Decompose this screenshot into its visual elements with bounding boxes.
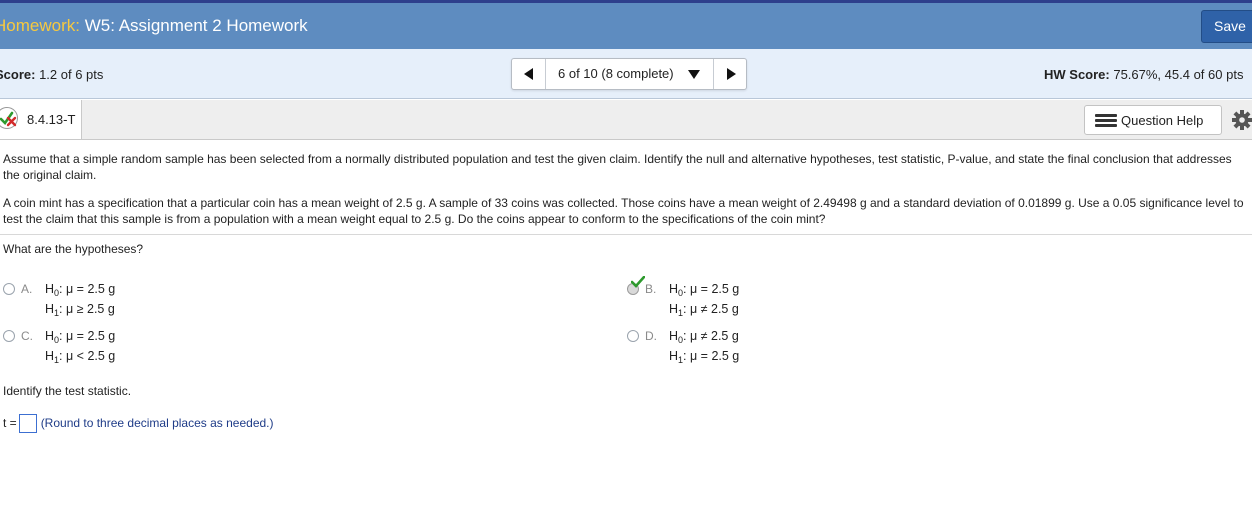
score-label: Score: <box>0 67 36 82</box>
prev-arrow-icon[interactable] <box>512 59 546 89</box>
option-a[interactable]: A. H0: μ = 2.5 g H1: μ ≥ 2.5 g <box>3 279 303 323</box>
option-letter: A. <box>21 282 33 296</box>
instructions-text: Assume that a simple random sample has b… <box>3 152 1232 182</box>
question-select[interactable]: 6 of 10 (8 complete) <box>547 59 713 89</box>
title-assignment: W5: Assignment 2 Homework <box>79 16 308 35</box>
option-letter: B. <box>645 282 657 296</box>
question-select-label: 6 of 10 (8 complete) <box>558 66 674 81</box>
option-c-h1: H1: μ < 2.5 g <box>45 349 116 365</box>
title-prefix: Homework: <box>0 16 80 35</box>
next-arrow-icon[interactable] <box>713 59 747 89</box>
question-id: 8.4.13-T <box>27 112 76 127</box>
dropdown-caret-icon <box>688 70 700 79</box>
test-stat-row: t = (Round to three decimal places as nee… <box>3 414 274 433</box>
score-bar: Score: 1.2 of 6 pts 6 of 10 (8 complete)… <box>0 49 1252 99</box>
option-d[interactable]: D. H0: μ ≠ 2.5 g H1: μ = 2.5 g <box>627 326 927 370</box>
option-letter: D. <box>645 329 657 343</box>
divider <box>0 234 1252 235</box>
hw-score-value: 75.67%, 45.4 of 60 pts <box>1109 67 1244 82</box>
problem-text: A coin mint has a specification that a p… <box>3 196 1244 226</box>
score-value: 1.2 of 6 pts <box>35 67 104 82</box>
radio-option-d[interactable] <box>627 330 639 342</box>
t-label: t = <box>3 416 17 430</box>
option-letter: C. <box>21 329 33 343</box>
round-hint: (Round to three decimal places as needed… <box>40 416 274 430</box>
score-text: Score: 1.2 of 6 pts <box>0 67 103 82</box>
gear-icon[interactable] <box>1231 109 1252 131</box>
option-d-h1: H1: μ = 2.5 g <box>669 349 740 365</box>
page-title: Homework: W5: Assignment 2 Homework <box>0 16 308 36</box>
header-bar: Homework: W5: Assignment 2 Homework Save <box>0 0 1252 49</box>
hw-score-label: HW Score: <box>1044 67 1110 82</box>
radio-option-a[interactable] <box>3 283 15 295</box>
hypotheses-prompt: What are the hypotheses? <box>3 242 144 256</box>
question-help-label: Question Help <box>1121 113 1204 128</box>
checkmark-icon <box>631 276 645 288</box>
question-id-tab: 8.4.13-T <box>0 100 82 139</box>
question-help-button[interactable]: Question Help <box>1084 105 1222 135</box>
list-icon <box>1095 114 1117 128</box>
option-b[interactable]: B. H0: μ = 2.5 g H1: μ ≠ 2.5 g <box>627 276 927 323</box>
save-button[interactable]: Save <box>1201 10 1252 43</box>
option-c[interactable]: C. H0: μ = 2.5 g H1: μ < 2.5 g <box>3 326 303 370</box>
test-stat-prompt: Identify the test statistic. <box>3 384 132 398</box>
question-navigator: 6 of 10 (8 complete) <box>511 58 747 90</box>
radio-option-c[interactable] <box>3 330 15 342</box>
option-b-h1: H1: μ ≠ 2.5 g <box>669 302 739 318</box>
hw-score-text: HW Score: 75.67%, 45.4 of 60 pts <box>1044 67 1243 82</box>
status-partial-icon <box>0 107 18 129</box>
question-header: 8.4.13-T Question Help <box>0 100 1252 140</box>
option-a-h1: H1: μ ≥ 2.5 g <box>45 302 115 318</box>
t-answer-input[interactable] <box>18 414 37 433</box>
